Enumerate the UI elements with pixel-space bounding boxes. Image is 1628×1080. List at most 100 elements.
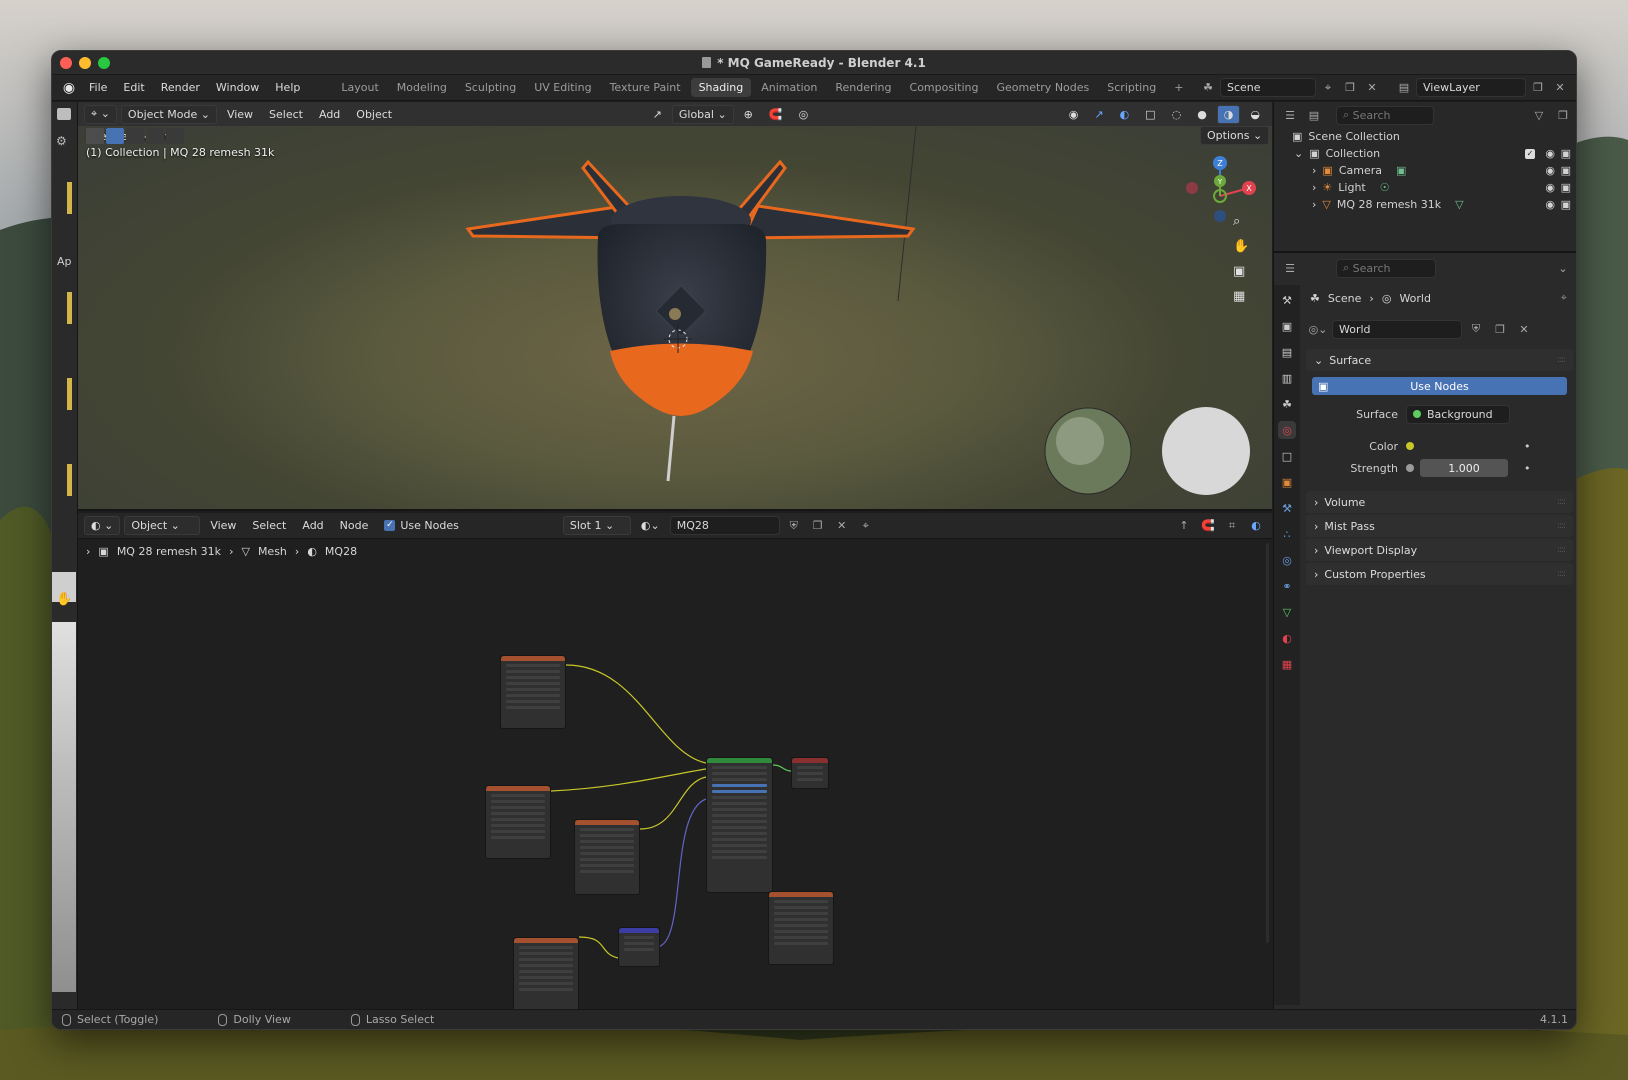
scene-tab-icon[interactable]: ☘ [1278, 395, 1296, 413]
object-mode-dropdown[interactable]: Object Mode ⌄ [120, 104, 217, 124]
zoom-icon[interactable]: ⌕ [1233, 214, 1249, 229]
render-camera-icon[interactable]: ▣ [1561, 198, 1571, 211]
drag-handle-icon[interactable]: :::: [1557, 497, 1566, 507]
tab-sculpting[interactable]: Sculpting [457, 78, 524, 97]
modifier-tab-icon[interactable]: ⚒ [1278, 499, 1296, 517]
viewport-menu-view[interactable]: View [221, 105, 259, 124]
expand-right-icon[interactable]: › [1312, 181, 1316, 194]
fake-user-icon[interactable]: ⛨ [1466, 320, 1486, 339]
outliner-row-mesh[interactable]: › ▽ MQ 28 remesh 31k ▽ ◉ ▣ [1274, 196, 1576, 213]
pivot-icon[interactable]: ⊕ [738, 105, 759, 124]
tab-scripting[interactable]: Scripting [1099, 78, 1164, 97]
material-output-node[interactable] [791, 757, 829, 789]
transform-orientation-dropdown[interactable]: Global ⌄ [671, 104, 734, 124]
options-dropdown[interactable]: Options ⌄ [1200, 126, 1270, 145]
color-swatch[interactable] [1420, 437, 1510, 455]
outliner-search-input[interactable]: ⌕ Search [1336, 105, 1434, 125]
volume-panel-header[interactable]: › Volume:::: [1306, 491, 1573, 513]
unlink-world-icon[interactable]: ✕ [1514, 320, 1534, 339]
particles-tab-icon[interactable]: ∴ [1278, 525, 1296, 543]
editor-type-button[interactable]: ⌖ ⌄ [84, 104, 117, 124]
image-texture-node[interactable] [574, 819, 640, 895]
select-box-icon[interactable] [106, 128, 124, 144]
snap-icon[interactable]: 🧲 [763, 105, 789, 124]
outliner-row-light[interactable]: › ☀ Light ☉ ◉ ▣ [1274, 179, 1576, 196]
object-tab-icon[interactable]: ▣ [1278, 473, 1296, 491]
tab-geometry-nodes[interactable]: Geometry Nodes [988, 78, 1097, 97]
image-texture-node[interactable] [500, 655, 566, 729]
physics-tab-icon[interactable]: ◎ [1278, 551, 1296, 569]
color-socket-icon[interactable] [1406, 442, 1414, 450]
surface-shader-field[interactable]: Background [1406, 404, 1510, 424]
new-scene-icon[interactable]: ❐ [1340, 78, 1360, 97]
delete-scene-icon[interactable]: ✕ [1362, 78, 1382, 97]
outliner-row-scene-collection[interactable]: ▣ Scene Collection [1274, 128, 1576, 145]
custom-properties-panel-header[interactable]: › Custom Properties:::: [1306, 563, 1573, 585]
hand-icon[interactable]: ✋ [56, 592, 72, 607]
outliner-row-camera[interactable]: › ▣ Camera ▣ ◉ ▣ [1274, 162, 1576, 179]
xray-icon[interactable]: □ [1139, 105, 1161, 124]
overlay-icon[interactable]: ◐ [1114, 105, 1136, 124]
float-socket-icon[interactable] [1406, 464, 1414, 472]
properties-type-icon[interactable]: ☰ [1280, 259, 1300, 278]
render-camera-icon[interactable]: ▣ [1561, 164, 1571, 177]
viewport-display-panel-header[interactable]: › Viewport Display:::: [1306, 539, 1573, 561]
tab-texture-paint[interactable]: Texture Paint [602, 78, 689, 97]
settings-icon[interactable]: ⚙ [56, 134, 73, 148]
display-mode-icon[interactable]: ▤ [1304, 106, 1324, 125]
render-camera-icon[interactable]: ▣ [1561, 147, 1571, 160]
new-collection-icon[interactable]: ❐ [1553, 106, 1573, 125]
drag-handle-icon[interactable]: :::: [1557, 521, 1566, 531]
viewport-canvas[interactable]: Z X Y User Perspective (1) Collection | … [78, 125, 1272, 509]
gizmo-icon[interactable]: ↗ [1088, 105, 1109, 124]
viewport-menu-add[interactable]: Add [313, 105, 346, 124]
world-tab-icon[interactable]: ◎ [1278, 421, 1296, 439]
tab-layout[interactable]: Layout [333, 78, 386, 97]
shading-wire-icon[interactable]: ◌ [1166, 105, 1188, 124]
menu-window[interactable]: Window [209, 78, 266, 97]
zoom-window-button[interactable] [98, 57, 110, 69]
collection-tab-icon[interactable]: □ [1278, 447, 1296, 465]
output-tab-icon[interactable]: ▤ [1278, 343, 1296, 361]
drag-handle-icon[interactable]: :::: [1557, 545, 1566, 555]
mist-pass-panel-header[interactable]: › Mist Pass:::: [1306, 515, 1573, 537]
eye-icon[interactable]: ◉ [1545, 147, 1555, 160]
viewport-menu-select[interactable]: Select [263, 105, 309, 124]
strength-input[interactable]: 1.000 [1420, 459, 1508, 477]
eye-icon[interactable]: ◉ [1545, 164, 1555, 177]
tab-rendering[interactable]: Rendering [827, 78, 899, 97]
duplicate-world-icon[interactable]: ❐ [1490, 320, 1510, 339]
menu-edit[interactable]: Edit [116, 78, 151, 97]
scene-selector-icon[interactable]: ☘ [1198, 78, 1218, 97]
menu-file[interactable]: File [82, 78, 114, 97]
camera-view-icon[interactable]: ▣ [1233, 264, 1249, 279]
normal-map-node[interactable] [618, 927, 660, 967]
select-subtract-icon[interactable] [146, 128, 164, 144]
expand-right-icon[interactable]: › [1312, 164, 1316, 177]
principled-bsdf-node[interactable] [706, 757, 773, 893]
add-workspace-button[interactable]: + [1166, 78, 1191, 97]
image-texture-node[interactable] [513, 937, 579, 1011]
texture-tab-icon[interactable]: ▦ [1278, 655, 1296, 673]
3d-viewport[interactable]: Z X Y User Perspective (1) Collection | … [78, 102, 1272, 511]
new-view-layer-icon[interactable]: ❐ [1528, 78, 1548, 97]
eye-icon[interactable]: ◉ [1545, 198, 1555, 211]
view-layer-icon[interactable]: ▤ [1394, 78, 1414, 97]
visibility-icon[interactable]: ◉ [1063, 105, 1085, 124]
outliner-type-icon[interactable]: ☰ [1280, 106, 1300, 125]
keyframe-dot-icon[interactable]: • [1524, 440, 1531, 453]
material-tab-icon[interactable]: ◐ [1278, 629, 1296, 647]
tab-compositing[interactable]: Compositing [902, 78, 987, 97]
shading-solid-icon[interactable]: ● [1191, 105, 1213, 124]
viewport-menu-object[interactable]: Object [350, 105, 398, 124]
shader-node-editor[interactable]: ◐ ⌄ Object ⌄ View Select Add Node ✓ Use N… [78, 513, 1272, 1011]
hand-pan-icon[interactable]: ✋ [1233, 239, 1249, 254]
shading-material-icon[interactable]: ◑ [1216, 104, 1241, 124]
use-nodes-button[interactable]: ▣ Use Nodes [1312, 377, 1567, 395]
eye-icon[interactable]: ◉ [1545, 181, 1555, 194]
render-camera-icon[interactable]: ▣ [1561, 181, 1571, 194]
close-window-button[interactable] [60, 57, 72, 69]
view-layer-tab-icon[interactable]: ▥ [1278, 369, 1296, 387]
proportional-edit-icon[interactable]: ◎ [793, 105, 815, 124]
node-editor-scrollbar[interactable] [1266, 543, 1269, 943]
